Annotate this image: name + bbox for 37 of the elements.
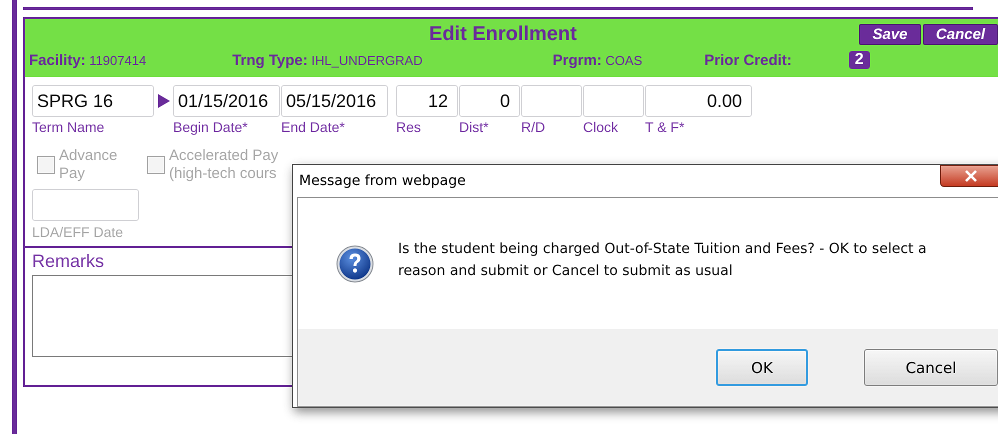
dialog-title: Message from webpage	[299, 173, 466, 189]
form-title: Edit Enrollment	[429, 22, 577, 46]
checkbox-label: Advance Pay	[59, 147, 118, 183]
field-label: Dist*	[459, 119, 490, 135]
input-field[interactable]: 0	[459, 85, 520, 117]
close-icon	[964, 170, 978, 182]
dialog-button[interactable]: Cancel	[864, 349, 998, 386]
input-field[interactable]	[583, 85, 644, 117]
info-text: Facility: 11907414	[29, 52, 146, 68]
field-label: End Date*	[281, 119, 346, 135]
dialog-message: Is the student being charged Out-of-State Tuition and Fees? - OK to select a reason and submit or Cancel to submit as usual	[398, 240, 928, 280]
checkbox-label: Accelerated Pay (high-tech cours	[169, 147, 280, 183]
input-field[interactable]: 0.00	[645, 85, 752, 117]
info-text: Trng Type: IHL_UNDERGRAD	[232, 52, 423, 68]
field-label: T & F*	[645, 119, 686, 135]
dialog-button[interactable]: OK	[716, 349, 808, 386]
question-icon	[336, 244, 374, 282]
header-button[interactable]: Cancel	[923, 24, 998, 44]
input-field[interactable]	[32, 189, 139, 221]
field-label: R/D	[521, 119, 546, 135]
remarks-label: Remarks	[32, 251, 104, 272]
field-label: Term Name	[32, 119, 106, 135]
info-text: Prgrm: COAS	[552, 52, 642, 68]
input-field[interactable]	[521, 85, 582, 117]
header-button[interactable]: Save	[859, 24, 921, 44]
prior-credit-badge: 2	[848, 51, 870, 69]
prior-credit-label: Prior Credit:	[704, 52, 792, 68]
input-field[interactable]: 01/15/2016	[173, 85, 280, 117]
input-field[interactable]: 12	[396, 85, 458, 117]
close-button[interactable]	[940, 165, 998, 187]
field-label: Res	[396, 119, 422, 135]
input-field[interactable]: 05/15/2016	[281, 85, 388, 117]
field-label: Begin Date*	[173, 119, 249, 135]
field-label: Clock	[583, 119, 620, 135]
field-label: LDA/EFF Date	[32, 224, 124, 240]
play-arrow-icon	[158, 94, 170, 108]
input-field[interactable]: SPRG 16	[32, 85, 154, 117]
